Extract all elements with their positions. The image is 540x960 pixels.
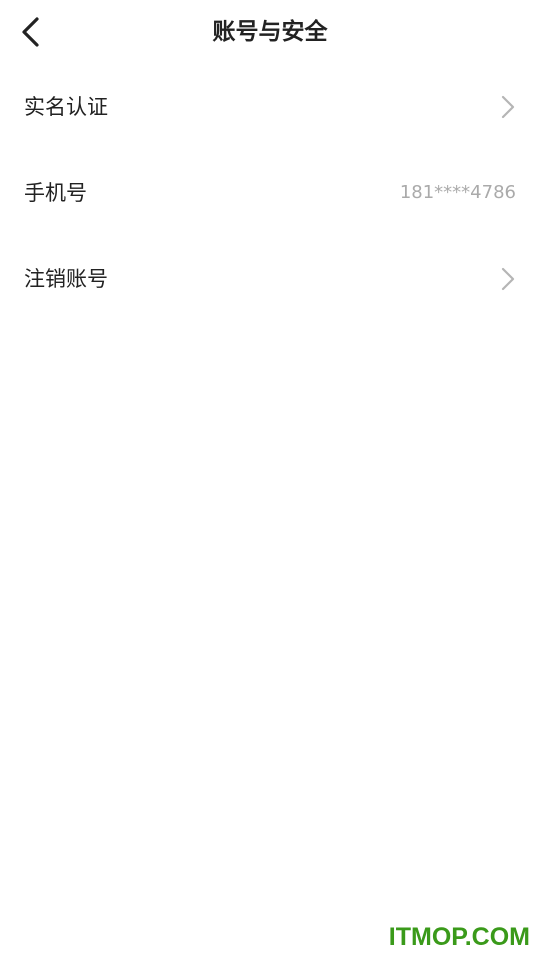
chevron-right-icon xyxy=(501,267,515,291)
menu-item-label: 实名认证 xyxy=(24,95,108,119)
account-security-screen: 账号与安全 实名认证 手机号 181****4786 注销账号 ITMOP.CO… xyxy=(0,0,540,960)
watermark-logo: ITMOP.COM xyxy=(388,923,530,951)
page-title: 账号与安全 xyxy=(212,19,328,45)
menu-item-real-name-verification[interactable]: 实名认证 xyxy=(0,64,540,150)
phone-number-value: 181****4786 xyxy=(399,182,516,203)
chevron-right-icon xyxy=(501,95,515,119)
menu-item-label: 手机号 xyxy=(24,181,87,205)
navigation-bar: 账号与安全 xyxy=(0,0,540,64)
menu-item-label: 注销账号 xyxy=(24,267,108,291)
settings-menu-list: 实名认证 手机号 181****4786 注销账号 xyxy=(0,64,540,322)
menu-item-delete-account[interactable]: 注销账号 xyxy=(0,236,540,322)
menu-item-phone-number[interactable]: 手机号 181****4786 xyxy=(0,150,540,236)
